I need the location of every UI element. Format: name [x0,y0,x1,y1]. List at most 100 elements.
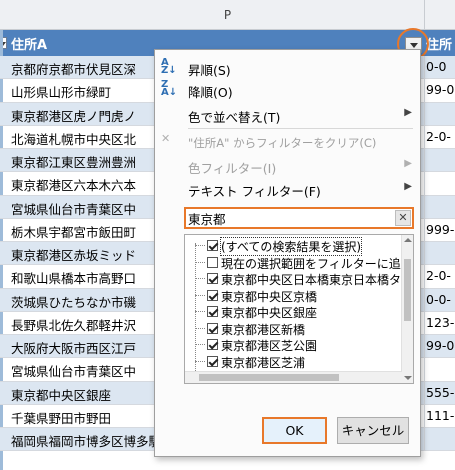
submenu-arrow-icon: ▶ [404,158,412,169]
column-divider [424,288,425,311]
cell-address-a[interactable]: 東京都江東区豊洲豊洲 [11,152,136,171]
filter-list-item-label: 東京都港区芝公園 [221,339,318,353]
menu-text-filter-label: テキスト フィルター(F) [188,184,321,199]
column-letter: P [223,8,232,22]
column-header[interactable]: P [0,0,455,30]
column-divider [424,404,425,427]
column-divider [424,311,425,334]
column-divider [424,79,425,102]
tree-connector [195,261,205,263]
cell-address-a[interactable]: 千葉県野田市野田 [11,408,111,427]
cell-address-a[interactable]: 京都府京都市伏見区深 [11,59,136,78]
menu-sort-descending[interactable]: Z A↓ 降順(O) [155,78,420,101]
cell-address-a[interactable]: 和歌山県橋本市高野口 [11,268,136,287]
menu-color-filter[interactable]: 色フィルター(I) ▶ [155,154,420,176]
menu-clear-filter[interactable]: ✕ "住所A" からフィルターをクリア(C) [155,131,420,153]
sort-descending-icon: Z A↓ [161,79,178,98]
filter-list-item-label: 東京都中央区銀座 [221,306,318,320]
list-vertical-scrollbar[interactable] [401,235,413,383]
tree-connector [195,243,196,383]
cell-address-a[interactable]: 東京都港区六本木六本 [11,175,136,194]
scroll-up-icon[interactable] [404,238,412,242]
cell-address-a[interactable]: 東京都港区虎ノ門虎ノ [11,106,136,125]
filter-list-item-label: (すべての検索結果を選択) [219,237,363,256]
autofilter-menu: A Z↓ 昇順(S) Z A↓ 降順(O) 色で並べ替え(T) ▶ ✕ "住所A" … [154,49,421,457]
tree-connector [195,327,205,329]
checkbox-icon[interactable] [207,240,218,251]
column-divider [424,381,425,404]
cell-address-a[interactable]: 長野県北佐久郡軽井沢 [11,315,136,334]
checkbox-icon[interactable] [207,273,218,284]
spreadsheet-window: P 住所A 住所 京都府京都市伏見区深 0-0 山形県山形市緑町 99-0 東京都港区虎… [0,0,455,470]
column-divider [424,265,425,288]
menu-sort-ascending-label: 昇順(S) [188,63,231,78]
cell-address-b[interactable]: 555- [426,385,454,400]
scroll-thumb[interactable] [404,259,411,321]
checkbox-icon[interactable] [207,306,218,317]
menu-sort-by-color[interactable]: 色で並べ替え(T) ▶ [155,103,420,125]
filter-search-box[interactable]: ✕ [184,207,414,229]
checkbox-icon[interactable] [207,289,218,301]
column-divider [424,0,425,30]
menu-color-filter-label: 色フィルター(I) [188,161,277,176]
filter-list-item-label: 東京都中央区京橋 [221,289,318,304]
cell-address-a[interactable]: 栃木県宇都宮市飯田町 [11,222,136,241]
tree-connector [195,344,205,345]
cell-address-a[interactable]: 山形県山形市緑町 [11,82,111,101]
cancel-button[interactable]: キャンセル [337,417,409,444]
column-divider [424,218,425,241]
cell-address-b[interactable]: 999- [426,222,454,237]
cell-address-b[interactable]: 0-0 [426,59,446,74]
clear-filter-icon: ✕ [161,132,171,145]
cell-address-b[interactable]: 99-0 [426,338,454,353]
column-divider [424,242,425,265]
cell-address-a[interactable]: 東京都港区赤坂ミッド [11,245,136,264]
tree-connector [195,278,205,279]
column-divider [424,56,425,79]
column-divider [424,102,425,125]
column-divider [424,358,425,381]
column-divider [424,335,425,358]
column-divider [424,172,425,195]
menu-sort-by-color-label: 色で並べ替え(T) [188,110,281,125]
clear-search-icon[interactable]: ✕ [395,210,411,226]
checkbox-icon[interactable] [207,322,218,334]
menu-sort-descending-label: 降順(O) [188,85,233,100]
list-horizontal-scrollbar[interactable] [185,371,402,383]
cell-address-b[interactable]: 111- [426,408,454,423]
checkbox-icon[interactable] [207,339,218,350]
filter-list-item-label: 東京都中央区日本橋東京日本橋タワー [221,273,414,287]
submenu-arrow-icon: ▶ [404,107,412,118]
column-divider [424,195,425,218]
cell-address-b[interactable]: 0-0- [426,292,451,307]
scroll-thumb[interactable] [199,374,339,381]
cell-address-a[interactable]: 北海道札幌市中央区北 [11,129,136,148]
checkbox-icon[interactable] [207,256,218,268]
menu-clear-filter-label: "住所A" からフィルターをクリア(C) [188,136,377,150]
cell-address-a[interactable]: 茨城県ひたちなか市磯 [11,292,136,311]
header-address-a[interactable]: 住所A [11,34,47,53]
ok-button[interactable]: OK [262,417,327,444]
cell-address-a[interactable]: 福岡県福岡市博多区博多駅東 [11,431,174,450]
filter-search-input[interactable] [188,210,388,226]
tree-connector [195,245,205,246]
cell-address-b[interactable]: 99-0 [426,82,454,97]
scroll-down-icon[interactable] [404,376,412,380]
sort-ascending-icon: A Z↓ [161,57,177,76]
menu-text-filter[interactable]: テキスト フィルター(F) ▶ [155,177,420,199]
checkbox-icon[interactable] [207,355,218,367]
cell-address-b[interactable]: 2-0- [426,268,451,283]
tree-connector [195,360,205,362]
filter-list-item-label: 現在の選択範囲をフィルターに追加する [221,256,413,271]
cell-address-b[interactable]: 2-0- [426,129,451,144]
filter-value-list: (すべての検索結果を選択)現在の選択範囲をフィルターに追加する東京都中央区日本橋… [184,234,414,384]
tree-connector [195,311,205,312]
cell-address-a[interactable]: 大阪府大阪市西区江戸 [11,338,136,357]
header-address-b[interactable]: 住所 [426,34,452,53]
cell-address-b[interactable]: 123- [426,315,454,330]
cell-address-a[interactable]: 東京都中央区銀座 [11,385,111,404]
cell-address-a[interactable]: 宮城県仙台市青葉区中 [11,199,136,218]
cell-address-a[interactable]: 宮城県仙台市青葉区中 [11,361,136,380]
tree-connector [195,294,205,296]
menu-sort-ascending[interactable]: A Z↓ 昇順(S) [155,56,420,79]
